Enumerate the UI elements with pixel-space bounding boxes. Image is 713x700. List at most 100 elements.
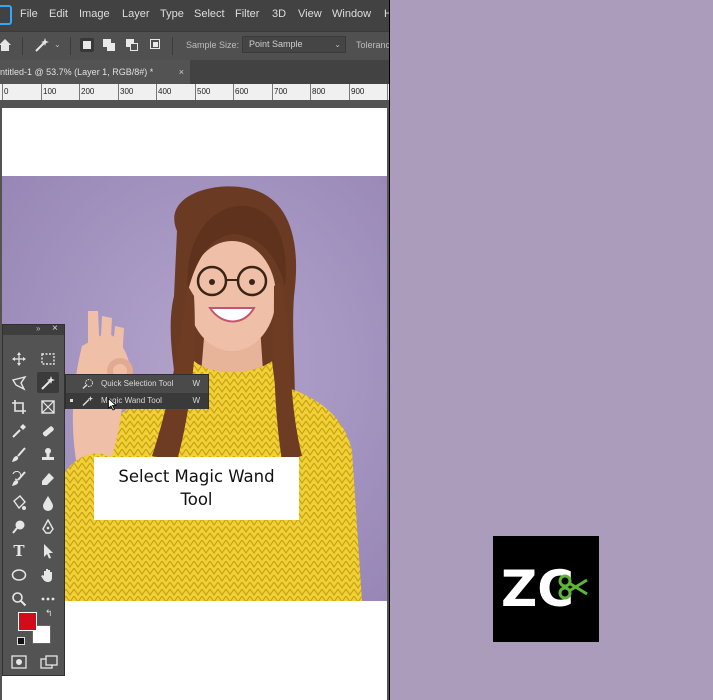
menu-select[interactable]: Select	[194, 8, 225, 20]
screen-mode-icon[interactable]	[40, 655, 58, 669]
menu-file[interactable]: File	[20, 8, 38, 20]
ruler-tick	[272, 84, 273, 100]
selected-bullet-icon	[70, 399, 73, 402]
dodge-icon	[12, 520, 25, 534]
eyedropper-tool-button[interactable]	[8, 420, 30, 441]
intersect-selection-button[interactable]	[149, 38, 163, 52]
photoshop-window: File Edit Image Layer Type Select Filter…	[0, 0, 389, 700]
healing-brush-tool-button[interactable]	[37, 420, 59, 441]
ruler-tick	[310, 84, 311, 100]
dodge-tool-button[interactable]	[8, 516, 30, 537]
ruler-tick	[156, 84, 157, 100]
subtract-selection-icon-b	[130, 43, 138, 51]
move-tool-button[interactable]	[8, 348, 30, 369]
caption-line-2: Tool	[180, 490, 213, 509]
menu-3d[interactable]: 3D	[272, 8, 286, 20]
type-icon: T	[13, 541, 25, 560]
pen-tool-button[interactable]	[37, 516, 59, 537]
menu-view[interactable]: View	[298, 8, 322, 20]
menu-filter[interactable]: Filter	[235, 8, 259, 20]
add-selection-button[interactable]	[102, 38, 116, 52]
document-tab[interactable]: ntitled-1 @ 53.7% (Layer 1, RGB/8#) * ×	[0, 60, 190, 84]
ruler-tick	[195, 84, 196, 100]
brush-tool-button[interactable]	[8, 444, 30, 465]
menu-layer[interactable]: Layer	[122, 8, 150, 20]
magic-wand-icon	[82, 396, 94, 406]
ruler-tick	[79, 84, 80, 100]
close-icon[interactable]: ×	[179, 60, 184, 84]
separator	[172, 37, 173, 55]
magic-wand-preset-icon[interactable]	[34, 37, 50, 53]
tolerance-label: Toleranc	[356, 40, 389, 50]
quick-selection-icon	[82, 379, 93, 389]
hand-tool-button[interactable]	[37, 564, 59, 585]
ruler-label: 700	[274, 87, 288, 96]
sample-size-value: Point Sample	[249, 39, 303, 49]
type-tool-button[interactable]: T	[8, 540, 30, 561]
history-brush-icon	[12, 470, 26, 486]
move-icon	[12, 351, 26, 366]
home-icon[interactable]	[0, 38, 12, 52]
gradient-icon	[13, 494, 26, 510]
tutorial-caption: Select Magic Wand Tool	[94, 457, 299, 520]
crop-icon	[12, 399, 26, 414]
menu-bar: File Edit Image Layer Type Select Filter…	[0, 0, 389, 31]
ruler-label: 900	[351, 87, 365, 96]
hand-icon	[41, 568, 52, 582]
magic-wand-tool-item[interactable]: Magic Wand Tool W	[66, 393, 208, 409]
menu-window[interactable]: Window	[332, 8, 371, 20]
new-selection-button[interactable]	[80, 38, 94, 52]
sample-size-label: Sample Size:	[186, 40, 240, 50]
paint-bucket-tool-button[interactable]	[8, 492, 30, 513]
marquee-tool-button[interactable]	[37, 348, 59, 369]
zoom-icon	[12, 591, 27, 606]
foreground-color-swatch[interactable]	[18, 612, 37, 631]
history-brush-tool-button[interactable]	[8, 468, 30, 489]
ellipse-tool-button[interactable]	[8, 564, 30, 585]
default-colors-icon[interactable]	[17, 637, 25, 645]
lasso-tool-button[interactable]	[8, 372, 30, 393]
close-panel-icon[interactable]: ×	[52, 323, 58, 334]
path-select-icon	[44, 543, 53, 558]
ellipse-icon	[11, 568, 27, 581]
ruler-tick	[118, 84, 119, 100]
frame-icon	[41, 399, 55, 414]
subtract-selection-button[interactable]	[125, 38, 139, 52]
tools-panel-header[interactable]: » ×	[3, 323, 64, 335]
ruler-label: 400	[158, 87, 172, 96]
tool-flyout-menu[interactable]: Quick Selection Tool W Magic Wand Tool W	[65, 374, 209, 409]
stamp-tool-button[interactable]	[37, 444, 59, 465]
ruler-tick	[387, 84, 388, 100]
intersect-selection-icon-b	[153, 42, 158, 47]
separator	[22, 37, 23, 55]
separator	[70, 37, 71, 55]
eraser-icon	[42, 472, 54, 485]
quick-mask-icon[interactable]	[11, 655, 27, 669]
mouse-cursor-icon	[108, 398, 117, 411]
chevron-down-icon[interactable]: ⌄	[54, 40, 61, 49]
ruler-tick	[41, 84, 42, 100]
collapse-icon[interactable]: »	[36, 324, 40, 333]
menu-image[interactable]: Image	[79, 8, 110, 20]
quick-selection-label: Quick Selection Tool	[101, 379, 174, 388]
healing-brush-icon	[42, 425, 54, 436]
eraser-tool-button[interactable]	[37, 468, 59, 489]
ruler-label: 800	[312, 87, 326, 96]
zoom-tool-button[interactable]	[8, 588, 30, 609]
ruler-label: 0	[4, 87, 9, 96]
path-select-tool-button[interactable]	[37, 540, 59, 561]
swap-colors-icon[interactable]: ↰	[45, 608, 53, 619]
tools-panel[interactable]: » × T ↰	[2, 323, 65, 676]
caption-line-1: Select Magic Wand	[118, 467, 275, 486]
menu-edit[interactable]: Edit	[49, 8, 68, 20]
frame-tool-button[interactable]	[37, 396, 59, 417]
magic-wand-tool-button[interactable]	[37, 372, 59, 393]
sample-size-select[interactable]: Point Sample ⌄	[242, 36, 346, 53]
blur-tool-button[interactable]	[37, 492, 59, 513]
document-tab-title: ntitled-1 @ 53.7% (Layer 1, RGB/8#) *	[0, 67, 154, 77]
channel-logo: ZC	[493, 536, 599, 642]
menu-type[interactable]: Type	[160, 8, 184, 20]
more-tools-button[interactable]	[37, 588, 59, 609]
quick-selection-tool-item[interactable]: Quick Selection Tool W	[66, 376, 208, 392]
crop-tool-button[interactable]	[8, 396, 30, 417]
